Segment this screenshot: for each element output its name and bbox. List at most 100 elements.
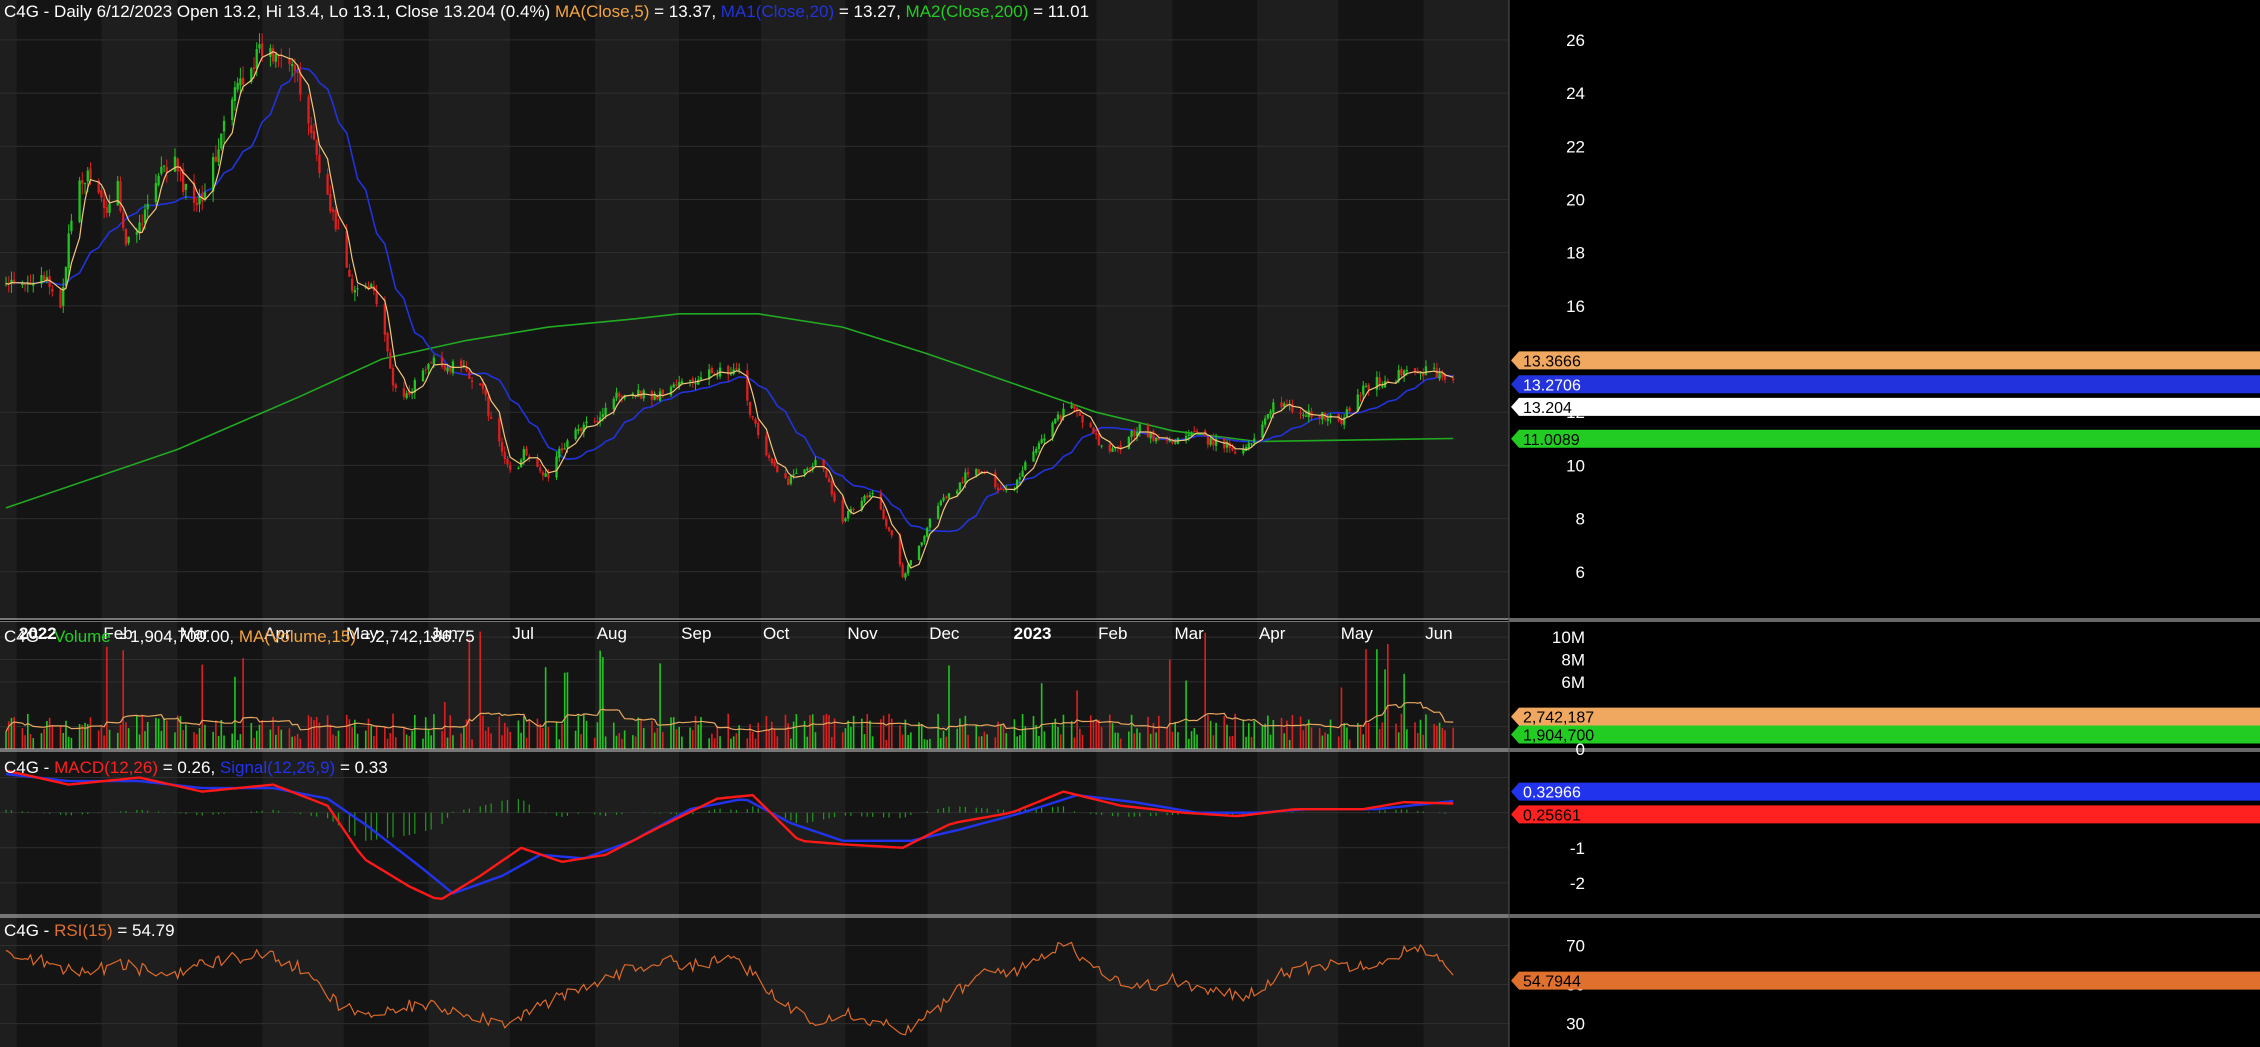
- date-tick-label: Nov: [847, 624, 878, 643]
- candle-body: [81, 180, 84, 184]
- date-axis-strip: [0, 620, 1509, 621]
- price-ma20-badge-shape: [1511, 375, 2260, 394]
- month-band: [1172, 0, 1257, 1047]
- date-tick-label: Feb: [1098, 624, 1127, 643]
- candle-body: [1111, 448, 1114, 452]
- candle-body: [544, 473, 547, 477]
- candle-body: [394, 384, 397, 389]
- candle-body: [1032, 451, 1035, 462]
- candle-body: [737, 368, 741, 371]
- candle-body: [939, 500, 942, 506]
- candle-body: [637, 389, 640, 397]
- candle-body: [1321, 412, 1324, 420]
- candle-body: [830, 481, 833, 495]
- volume-tick-label: 8M: [1561, 651, 1585, 670]
- candle-body: [806, 468, 809, 471]
- candle-body: [966, 471, 970, 475]
- price-tick-label: 24: [1566, 84, 1585, 103]
- candle-body: [173, 156, 177, 172]
- candle-body: [239, 78, 242, 86]
- macd-header-prefix: C4G -: [4, 758, 54, 777]
- candle-body: [1089, 423, 1092, 428]
- candle-body: [315, 140, 318, 155]
- candle-body: [866, 495, 869, 498]
- price-close-badge-text: 13.204: [1523, 400, 1572, 417]
- candle-body: [517, 467, 520, 469]
- macd-header-macd-value: = 0.26,: [163, 758, 220, 777]
- candle-body: [1231, 447, 1234, 451]
- candle-body: [1345, 409, 1349, 417]
- candle-body: [879, 493, 883, 510]
- month-band: [16, 0, 102, 1047]
- volume-badge-shape: [1511, 725, 2260, 744]
- candle-body: [108, 203, 111, 213]
- chart-canvas: 20 22 Feb Mar Apr May Jun Jul Aug Sep Oct Nov Dec 202…: [0, 0, 2260, 1047]
- candle-body: [489, 416, 493, 419]
- macd-badge-text: 0.25661: [1523, 807, 1581, 824]
- candle-body: [1095, 433, 1098, 435]
- candle-body: [391, 367, 395, 386]
- price-header: C4G - Daily 6/12/2023 Open 13.2, Hi 13.4…: [4, 2, 1089, 21]
- rsi-tick-label: 30: [1566, 1015, 1585, 1034]
- candle-body: [767, 455, 771, 458]
- candle-body: [1302, 414, 1305, 416]
- candle-body: [86, 170, 89, 182]
- month-band: [1338, 0, 1424, 1047]
- candle-body: [977, 469, 981, 474]
- candle-body: [784, 473, 787, 479]
- candle-body: [1242, 449, 1245, 454]
- month-band: [760, 0, 846, 1047]
- candle-body: [975, 468, 978, 476]
- month-band: [510, 0, 595, 1047]
- candle-body: [555, 456, 558, 478]
- candle-body: [160, 166, 163, 174]
- candle-body: [432, 357, 436, 365]
- price-tick-label: 10: [1566, 456, 1585, 475]
- candle-body: [601, 414, 605, 417]
- candle-body: [356, 288, 359, 290]
- price-tick-label: 8: [1576, 510, 1585, 529]
- candle-body: [1133, 430, 1136, 437]
- candle-body: [1234, 451, 1237, 454]
- date-tick-label: Jun: [1425, 624, 1452, 643]
- date-tick-label: Oct: [763, 624, 790, 643]
- candle-body: [470, 380, 474, 382]
- candle-body: [926, 527, 929, 537]
- candle-body: [1154, 437, 1158, 442]
- candle-body: [424, 369, 427, 371]
- candle-body: [124, 229, 128, 245]
- candle-body: [746, 370, 749, 401]
- candle-body: [795, 472, 798, 474]
- candle-body: [157, 175, 160, 185]
- candle-body: [296, 71, 299, 73]
- candle-body: [1149, 432, 1152, 439]
- month-band: [1011, 0, 1097, 1047]
- rsi-header: C4G - RSI(15) = 54.79: [4, 921, 175, 940]
- candle-body: [1299, 412, 1302, 415]
- candle-body: [370, 284, 373, 288]
- candle-body: [904, 573, 907, 578]
- macd-tick-label: -1: [1570, 839, 1585, 858]
- candle-body: [757, 422, 760, 436]
- candle-body: [846, 511, 850, 519]
- candle-body: [500, 442, 504, 452]
- price-ma20-badge-text: 13.2706: [1523, 377, 1581, 394]
- month-band: [679, 0, 761, 1047]
- candle-body: [1059, 415, 1062, 420]
- month-band: [594, 0, 680, 1047]
- volume-ma-badge-text: 2,742,187: [1523, 710, 1594, 727]
- candle-body: [1157, 438, 1161, 440]
- candle-body: [127, 236, 130, 243]
- candle-body: [1097, 433, 1101, 445]
- candle-body: [484, 389, 487, 396]
- candle-body: [1280, 402, 1283, 408]
- candle-body: [525, 448, 528, 455]
- candle-body: [21, 283, 24, 286]
- candle-body: [443, 365, 446, 371]
- candle-body: [184, 183, 188, 190]
- candle-body: [154, 183, 158, 203]
- candle-body: [236, 83, 239, 90]
- candle-body: [841, 500, 844, 522]
- candle-body: [67, 233, 70, 268]
- macd-header-signal-label: Signal(12,26,9): [220, 758, 335, 777]
